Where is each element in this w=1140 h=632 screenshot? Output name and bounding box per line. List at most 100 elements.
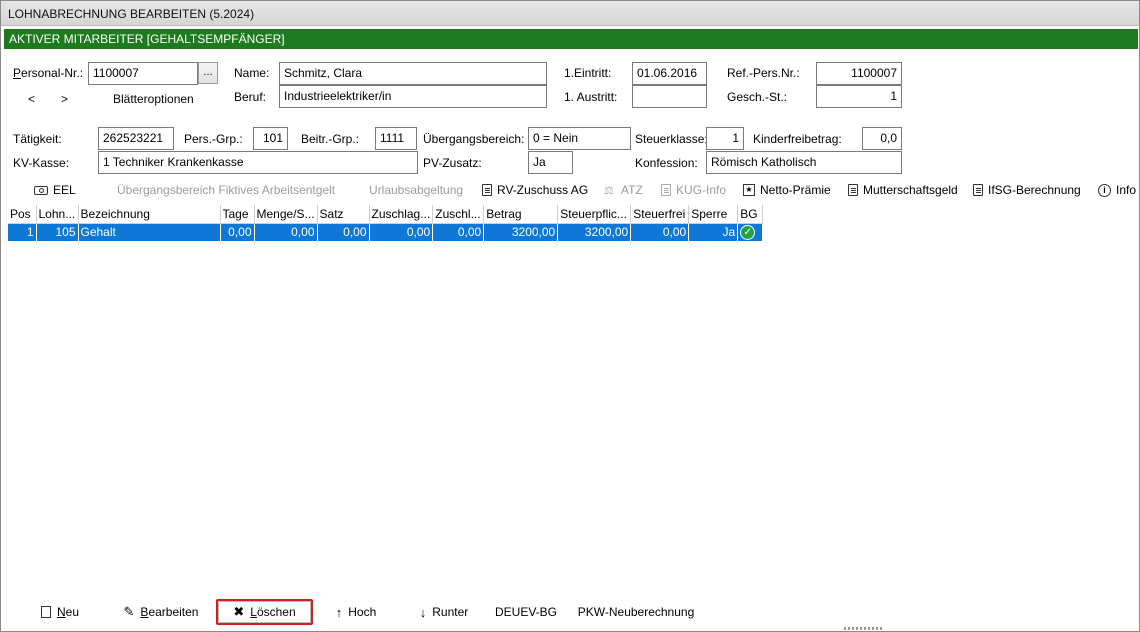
col-tage[interactable]: Tage <box>220 205 255 224</box>
atz-button[interactable]: ⚖ ATZ <box>604 181 643 199</box>
col-zuschlag2[interactable]: Zuschl... <box>432 205 485 224</box>
hoch-label: Hoch <box>348 605 377 619</box>
col-sperre[interactable]: Sperre <box>688 205 739 224</box>
loeschen-button[interactable]: ✖ Löschen <box>216 599 313 625</box>
pv-zusatz-field[interactable]: Ja <box>528 151 573 174</box>
cell-bg[interactable]: ✓ <box>737 223 764 241</box>
personal-lookup-button[interactable]: ... <box>198 62 218 84</box>
kinderfreibetrag-field[interactable]: 0,0 <box>862 127 902 150</box>
resize-grip[interactable] <box>844 627 884 630</box>
kv-kasse-label: KV-Kasse: <box>13 156 70 170</box>
pv-zusatz-label: PV-Zusatz: <box>423 156 482 170</box>
atz-label: ATZ <box>621 183 643 197</box>
personal-nr-field[interactable]: 1100007 <box>88 62 198 85</box>
konfession-label: Konfession: <box>635 156 698 170</box>
info-icon: i <box>1098 183 1111 197</box>
payroll-window: LOHNABRECHNUNG BEARBEITEN (5.2024) AKTIV… <box>0 0 1140 632</box>
col-lohnart[interactable]: Lohn... <box>36 205 79 224</box>
austritt-field[interactable] <box>632 85 707 108</box>
info-button[interactable]: i Info <box>1098 181 1136 199</box>
steuerklasse-field[interactable]: 1 <box>706 127 744 150</box>
col-zuschlag1[interactable]: Zuschlag... <box>369 205 434 224</box>
kug-info-label: KUG-Info <box>676 183 727 197</box>
netto-praemie-label: Netto-Prämie <box>760 183 831 197</box>
kug-info-button[interactable]: KUG-Info <box>661 181 726 199</box>
next-employee-button[interactable]: > <box>61 92 68 106</box>
rv-zuschuss-label: RV-Zuschuss AG <box>497 183 589 197</box>
col-betrag[interactable]: Betrag <box>483 205 559 224</box>
cell-steuerfrei[interactable]: 0,00 <box>630 223 690 241</box>
urlaubsabgeltung-button[interactable]: Urlaubsabgeltung <box>369 181 463 199</box>
document-icon <box>973 184 983 196</box>
employee-status-bar: AKTIVER MITARBEITER [GEHALTSEMPFÄNGER] <box>4 29 1138 49</box>
neu-label: Neu <box>56 605 80 619</box>
cell-steuerpflichtig[interactable]: 3200,00 <box>557 223 632 241</box>
cell-tage[interactable]: 0,00 <box>220 223 255 241</box>
pers-grp-label: Pers.-Grp.: <box>184 132 243 146</box>
table-row[interactable]: 1 105 Gehalt 0,00 0,00 0,00 0,00 0,00 32… <box>8 223 764 241</box>
urlaubsabgeltung-label: Urlaubsabgeltung <box>369 183 464 197</box>
ifsg-button[interactable]: IfSG-Berechnung <box>973 181 1081 199</box>
document-icon <box>482 184 492 196</box>
netto-praemie-button[interactable]: ★ Netto-Prämie <box>743 181 831 199</box>
cell-lohnart[interactable]: 105 <box>36 223 79 241</box>
page-options-link[interactable]: Blätteroptionen <box>113 92 194 106</box>
uebergang-fiktiv-label: Übergangsbereich Fiktives Arbeitsentgelt <box>117 183 336 197</box>
new-document-icon <box>40 606 51 618</box>
mutterschaftsgeld-label: Mutterschaftsgeld <box>863 183 958 197</box>
col-menge[interactable]: Menge/S... <box>254 205 318 224</box>
window-title: LOHNABRECHNUNG BEARBEITEN (5.2024) <box>1 1 1139 26</box>
cell-zuschlag1[interactable]: 0,00 <box>369 223 434 241</box>
bearbeiten-button[interactable]: ✎ Bearbeiten <box>113 599 209 625</box>
col-bezeichnung[interactable]: Bezeichnung <box>78 205 221 224</box>
beitr-grp-label: Beitr.-Grp.: <box>301 132 360 146</box>
konfession-field[interactable]: Römisch Katholisch <box>706 151 902 174</box>
col-steuerpflichtig[interactable]: Steuerpflic... <box>557 205 632 224</box>
cell-pos[interactable]: 1 <box>8 223 37 241</box>
pencil-icon: ✎ <box>123 604 135 619</box>
beitr-grp-field[interactable]: 1111 <box>375 127 417 150</box>
check-icon: ✓ <box>740 224 756 240</box>
ref-pers-nr-field[interactable]: 1100007 <box>816 62 902 85</box>
ifsg-label: IfSG-Berechnung <box>988 183 1081 197</box>
uebergang-field[interactable]: 0 = Nein <box>528 127 631 150</box>
loeschen-label: Löschen <box>250 605 296 619</box>
pkw-label: PKW-Neuberechnung <box>577 605 695 619</box>
kv-kasse-field[interactable]: 1 Techniker Krankenkasse <box>98 151 418 174</box>
gesch-st-field[interactable]: 1 <box>816 85 902 108</box>
col-satz[interactable]: Satz <box>317 205 370 224</box>
col-pos[interactable]: Pos <box>8 205 37 224</box>
rv-zuschuss-button[interactable]: RV-Zuschuss AG <box>482 181 588 199</box>
uebergang-label: Übergangsbereich: <box>423 132 525 146</box>
cell-sperre[interactable]: Ja <box>688 223 739 241</box>
name-field[interactable]: Schmitz, Clara <box>279 62 547 85</box>
arrow-up-icon: ↑ <box>335 604 343 620</box>
pkw-neuberechnung-button[interactable]: PKW-Neuberechnung <box>571 599 701 625</box>
eintritt-field[interactable]: 01.06.2016 <box>632 62 707 85</box>
cell-betrag[interactable]: 3200,00 <box>483 223 559 241</box>
cell-zuschlag2[interactable]: 0,00 <box>432 223 485 241</box>
table-header-row: Pos Lohn... Bezeichnung Tage Menge/S... … <box>8 205 764 224</box>
mutterschaftsgeld-button[interactable]: Mutterschaftsgeld <box>848 181 958 199</box>
taetigkeit-field[interactable]: 262523221 <box>98 127 174 150</box>
runter-button[interactable]: ↓ Runter <box>406 599 482 625</box>
ref-pers-nr-label: Ref.-Pers.Nr.: <box>727 66 800 80</box>
deuev-bg-button[interactable]: DEUEV-BG <box>491 599 561 625</box>
cell-menge[interactable]: 0,00 <box>254 223 318 241</box>
uebergang-fiktiv-button[interactable]: Übergangsbereich Fiktives Arbeitsentgelt <box>117 181 335 199</box>
bearbeiten-label: Bearbeiten <box>140 605 199 619</box>
prev-employee-button[interactable]: < <box>28 92 35 106</box>
steuerklasse-label: Steuerklasse: <box>635 132 708 146</box>
award-icon: ★ <box>743 184 755 196</box>
info-label: Info <box>1116 183 1137 197</box>
beruf-field[interactable]: Industrieelektriker/in <box>279 85 547 108</box>
cell-satz[interactable]: 0,00 <box>317 223 370 241</box>
cell-bezeichnung[interactable]: Gehalt <box>78 223 221 241</box>
neu-button[interactable]: Neu <box>29 599 91 625</box>
col-steuerfrei[interactable]: Steuerfrei <box>630 205 690 224</box>
eel-button[interactable]: EEL <box>34 181 76 199</box>
col-bg[interactable]: BG <box>737 205 764 224</box>
pers-grp-field[interactable]: 101 <box>253 127 288 150</box>
hoch-button[interactable]: ↑ Hoch <box>323 599 389 625</box>
gesch-st-label: Gesch.-St.: <box>727 90 788 104</box>
